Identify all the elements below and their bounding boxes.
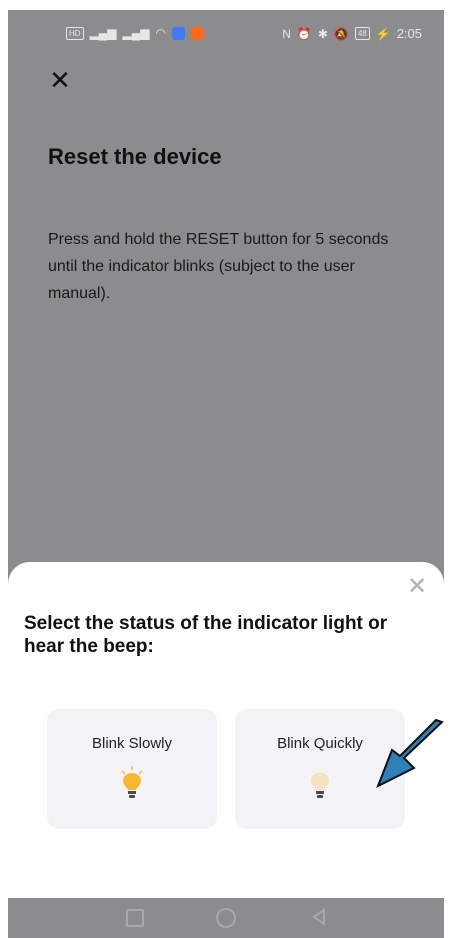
- back-nav-icon[interactable]: [310, 908, 328, 926]
- app-notification-icon-2: [190, 26, 204, 40]
- sheet-title: Select the status of the indicator light…: [24, 613, 388, 657]
- close-icon[interactable]: ✕: [406, 575, 428, 599]
- lightbulb-icon: [121, 766, 143, 798]
- blink-slowly-option[interactable]: Blink Slowly: [47, 709, 217, 829]
- nfc-icon: N: [282, 26, 291, 41]
- bluetooth-icon: ✱: [317, 26, 328, 41]
- mute-icon: 🔕: [333, 26, 349, 41]
- charging-icon: ⚡: [375, 26, 391, 41]
- status-right: N ⏰ ✱ 🔕 48 ⚡ 2:05: [282, 26, 422, 41]
- circle-nav-icon[interactable]: [216, 908, 236, 928]
- battery-icon: 48: [354, 27, 370, 40]
- status-left: HD ▂▄▆ ▂▄▆ ◠: [66, 26, 204, 40]
- hd-icon: HD: [66, 26, 84, 40]
- square-nav-icon[interactable]: [126, 909, 144, 927]
- system-nav-bar: [8, 898, 444, 938]
- status-bar: HD ▂▄▆ ▂▄▆ ◠ N ⏰ ✱ 🔕 48 ⚡ 2:05: [8, 10, 444, 54]
- status-time: 2:05: [396, 26, 422, 41]
- page-description: Press and hold the RESET button for 5 se…: [48, 231, 389, 302]
- option-label: Blink Slowly: [91, 735, 173, 752]
- app-notification-icon: [171, 26, 185, 40]
- wifi-icon: ◠: [155, 26, 166, 40]
- screen-frame: HD ▂▄▆ ▂▄▆ ◠ N ⏰ ✱ 🔕 48 ⚡ 2:05 ✕ Reset t…: [0, 0, 451, 938]
- signal-icon-2: ▂▄▆: [122, 26, 150, 40]
- alarm-icon: ⏰: [296, 26, 312, 41]
- lightbulb-icon: [311, 773, 329, 798]
- close-icon[interactable]: ✕: [48, 67, 72, 93]
- arrow-annotation: [376, 718, 444, 789]
- signal-icon: ▂▄▆: [89, 26, 117, 40]
- page-title: Reset the device: [48, 144, 222, 169]
- phone-screen: HD ▂▄▆ ▂▄▆ ◠ N ⏰ ✱ 🔕 48 ⚡ 2:05 ✕ Reset t…: [8, 10, 444, 938]
